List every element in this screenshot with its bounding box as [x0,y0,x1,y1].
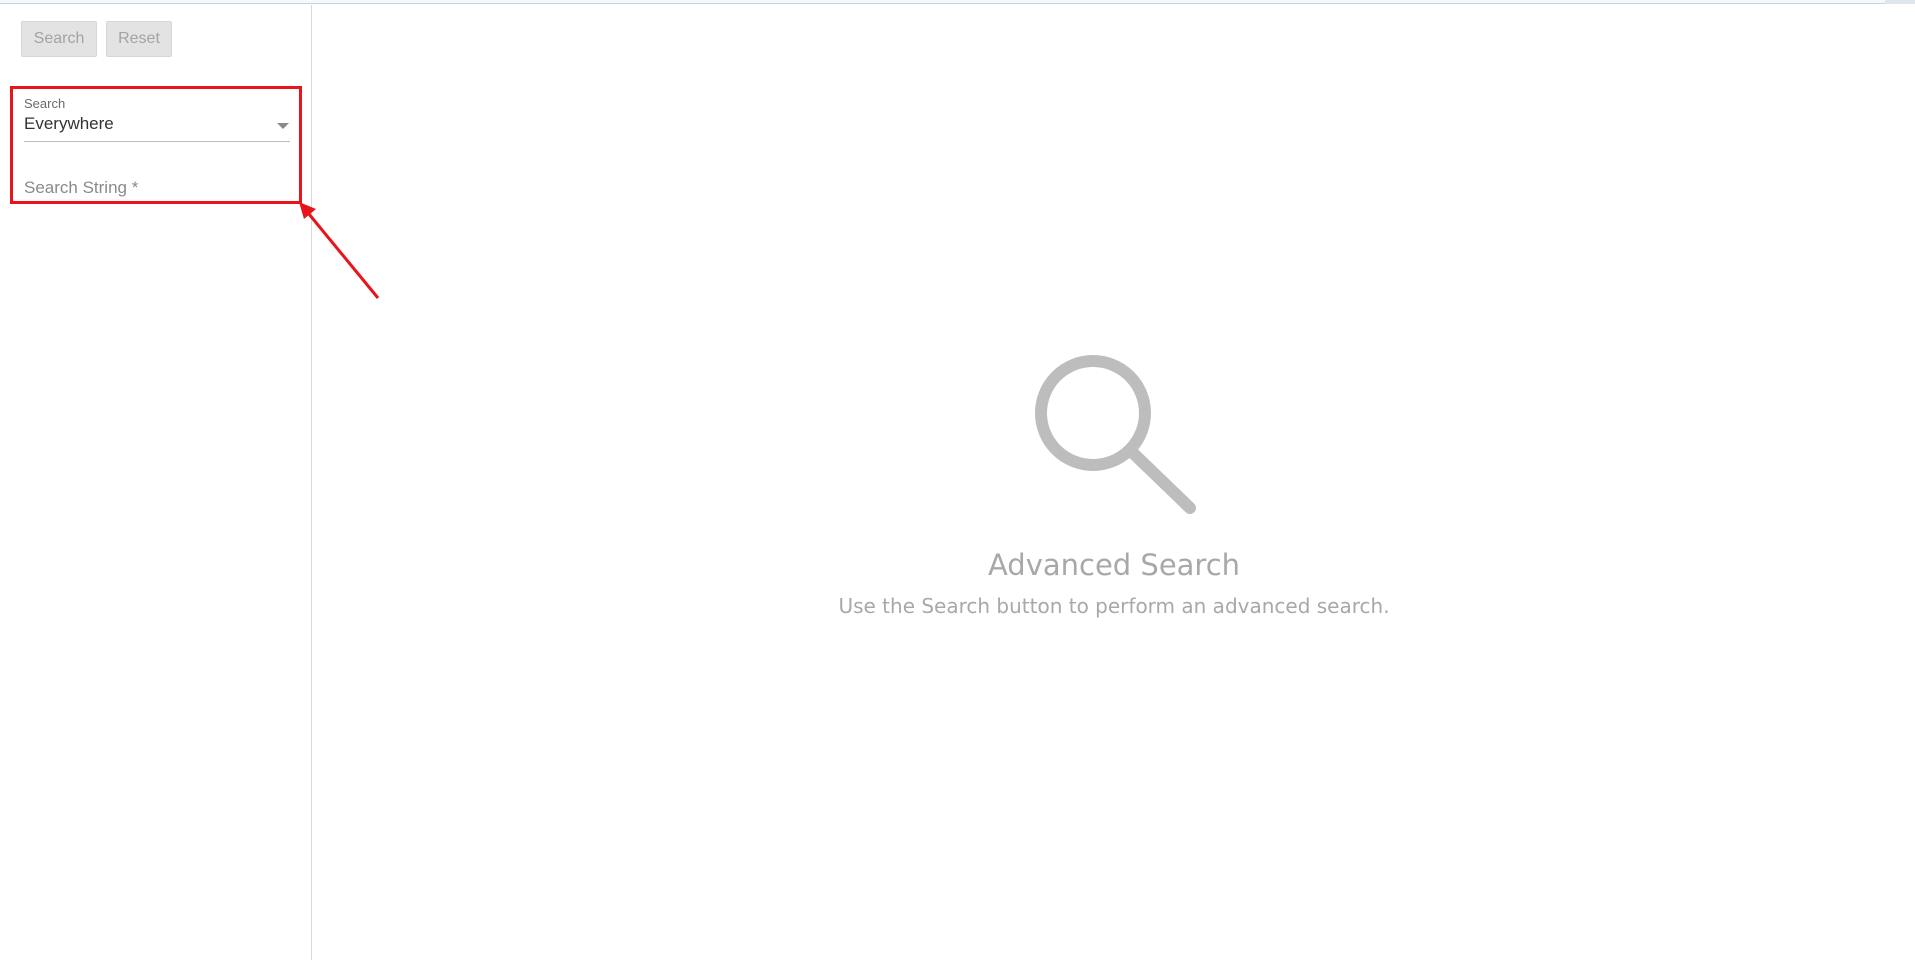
empty-state-title: Advanced Search [987,548,1241,582]
annotation-highlight-box [10,86,302,204]
search-button[interactable]: Search [21,21,97,57]
reset-button[interactable]: Reset [106,21,172,57]
search-icon [1035,355,1196,514]
empty-state-subtitle: Use the Search button to perform an adva… [838,594,1390,618]
